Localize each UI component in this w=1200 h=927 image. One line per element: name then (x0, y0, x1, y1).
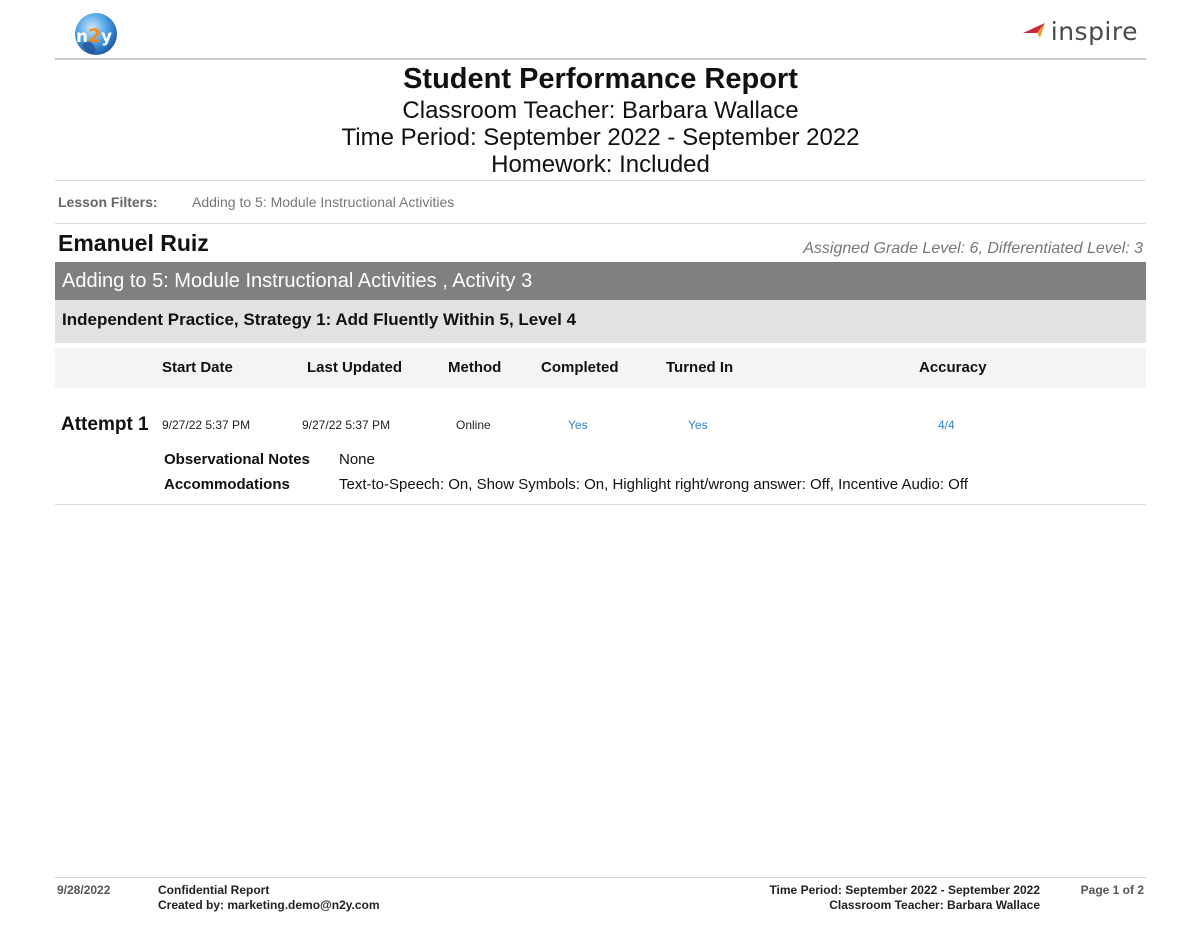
start-date-value: 9/27/22 5:37 PM (162, 418, 251, 432)
attempt-label: Attempt 1 (61, 414, 149, 435)
column-header-start-date: Start Date (162, 359, 233, 376)
completed-value: Yes (568, 418, 588, 432)
footer-page-number: Page 1 of 2 (1080, 883, 1144, 897)
accommodations-value: Text-to-Speech: On, Show Symbols: On, Hi… (339, 476, 968, 493)
grade-level-info: Assigned Grade Level: 6, Differentiated … (803, 240, 1143, 257)
footer-confidential-block: Confidential Report Created by: marketin… (158, 883, 380, 913)
inspire-arrow-icon (1022, 23, 1045, 38)
table-row: Attempt 1 9/27/22 5:37 PM 9/27/22 5:37 P… (55, 405, 1146, 445)
svg-text:2: 2 (88, 25, 101, 47)
column-header-turned-in: Turned In (666, 359, 734, 376)
footer-created-by: Created by: marketing.demo@n2y.com (158, 898, 380, 912)
footer-period: Time Period: September 2022 - September … (769, 883, 1040, 897)
student-header: Emanuel Ruiz Assigned Grade Level: 6, Di… (55, 228, 1146, 262)
n2y-globe-icon: n 2 y (75, 13, 117, 55)
footer-teacher: Classroom Teacher: Barbara Wallace (829, 898, 1040, 912)
homework-line: Homework: Included (491, 151, 710, 178)
attempts-table-header: Start Date Last Updated Method Completed… (55, 348, 1146, 388)
lesson-filters: Lesson Filters: Adding to 5: Module Inst… (55, 180, 1146, 224)
column-header-completed: Completed (541, 359, 619, 376)
observational-notes-value: None (339, 451, 375, 468)
accuracy-value: 4/4 (938, 418, 955, 432)
period-line: Time Period: September 2022 - September … (341, 124, 860, 151)
teacher-line: Classroom Teacher: Barbara Wallace (402, 97, 799, 124)
method-value: Online (456, 418, 491, 432)
turned-in-value: Yes (688, 418, 708, 432)
column-header-last-updated: Last Updated (307, 359, 403, 376)
column-header-method: Method (448, 359, 502, 376)
svg-text:n: n (76, 27, 88, 47)
footer-period-block: Time Period: September 2022 - September … (769, 883, 1040, 913)
lesson-filters-label: Lesson Filters: (58, 194, 158, 210)
footer-date: 9/28/2022 (57, 883, 111, 897)
last-updated-value: 9/27/22 5:37 PM (302, 418, 391, 432)
inspire-logo: inspire (1022, 16, 1138, 46)
attempt-details: Observational Notes None Accommodations … (55, 448, 1146, 505)
n2y-logo: n 2 y (72, 12, 120, 56)
lesson-filters-value: Adding to 5: Module Instructional Activi… (192, 194, 455, 210)
strategy-title-bar: Independent Practice, Strategy 1: Add Fl… (55, 300, 1146, 343)
report-title-block: Student Performance Report Classroom Tea… (55, 60, 1146, 178)
report-header: n 2 y inspire (55, 0, 1146, 60)
column-header-accuracy: Accuracy (919, 359, 987, 376)
report-title: Student Performance Report (403, 63, 798, 95)
accommodations-label: Accommodations (164, 476, 290, 493)
student-name: Emanuel Ruiz (58, 230, 209, 256)
inspire-wordmark: inspire (1050, 16, 1138, 46)
footer-confidential: Confidential Report (158, 883, 270, 897)
activity-title-bar: Adding to 5: Module Instructional Activi… (55, 262, 1146, 300)
report-footer: 9/28/2022 Confidential Report Created by… (55, 877, 1146, 917)
svg-text:y: y (101, 27, 112, 47)
observational-notes-label: Observational Notes (164, 451, 310, 468)
